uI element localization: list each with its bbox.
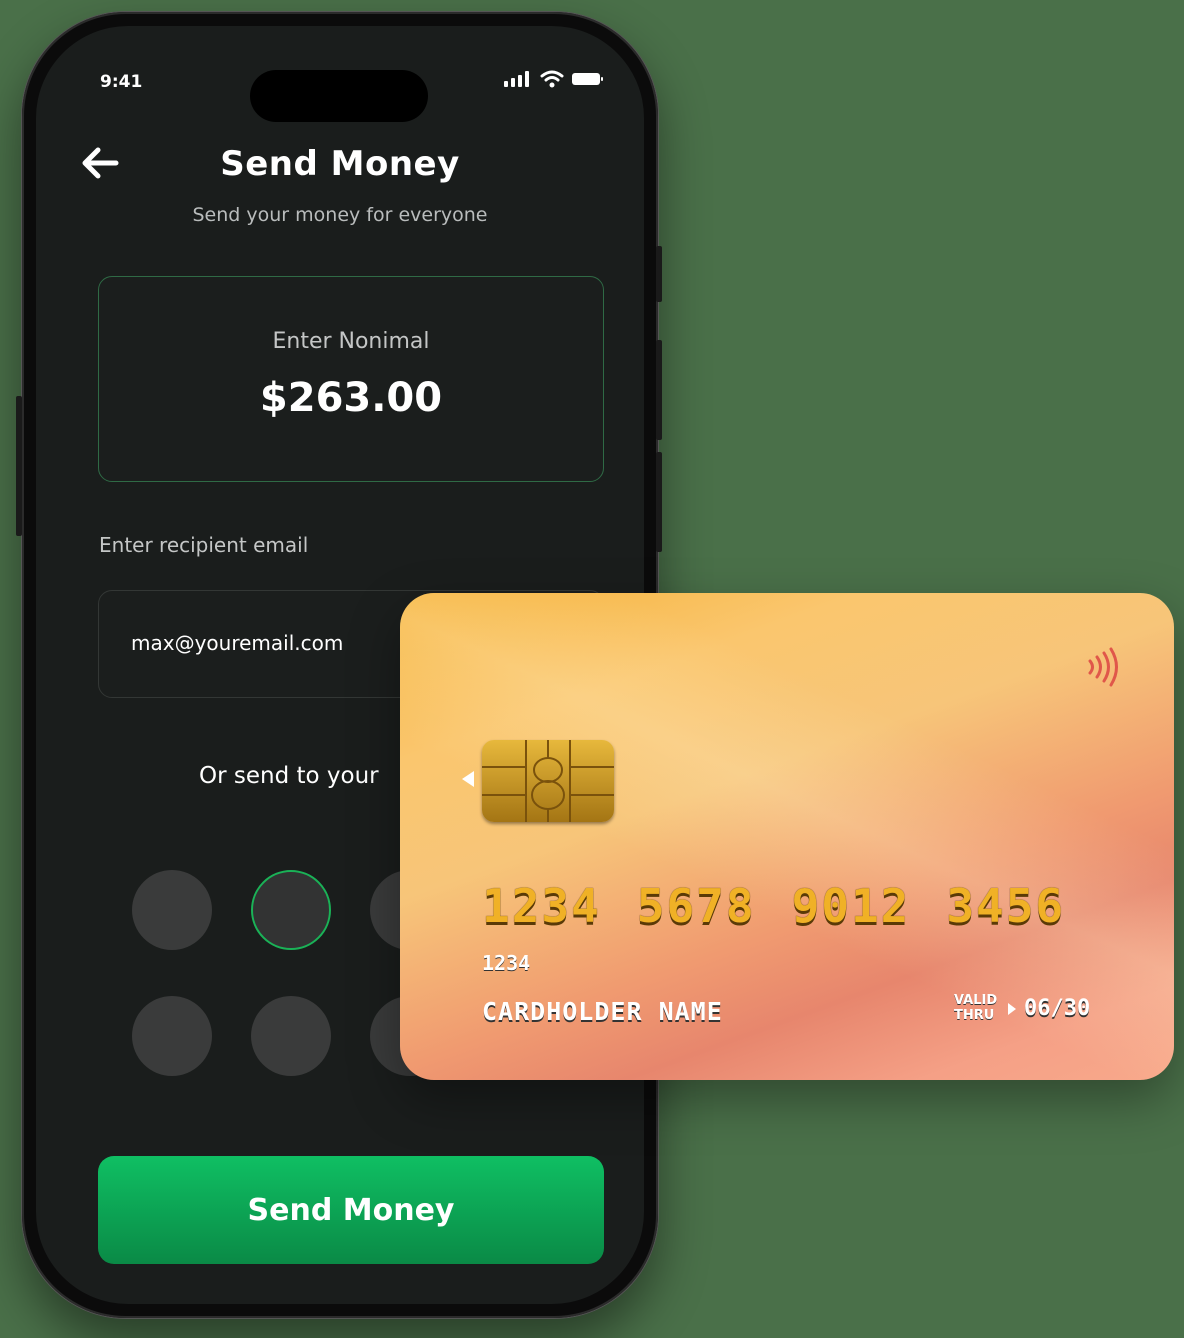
- phone-side-button: [16, 396, 22, 536]
- credit-card: 1234 5678 9012 3456 1234 CARDHOLDER NAME…: [400, 593, 1174, 1080]
- phone-volume-button: [656, 340, 662, 440]
- amount-value[interactable]: $263.00: [99, 375, 603, 421]
- chip-contacts-icon: [482, 740, 614, 822]
- phone-volume-button: [656, 246, 662, 302]
- signal-icon: [504, 71, 529, 87]
- contacts-label: Or send to your: [199, 763, 379, 789]
- card-small-number: 1234: [482, 951, 531, 975]
- status-icons: [504, 70, 604, 88]
- card-number-group: 5678: [636, 879, 756, 933]
- chip-pointer-icon: [462, 771, 474, 787]
- cardholder-name: CARDHOLDER NAME: [482, 997, 723, 1026]
- amount-input-box[interactable]: Enter Nonimal $263.00: [98, 276, 604, 482]
- status-time: 9:41: [100, 72, 143, 92]
- page-subtitle: Send your money for everyone: [192, 204, 488, 226]
- card-number-group: 1234: [482, 879, 601, 933]
- thru-label-line: THRU: [954, 1008, 995, 1023]
- amount-label: Enter Nonimal: [272, 329, 430, 354]
- contact-avatar[interactable]: [132, 870, 212, 950]
- valid-label-line: VALID: [954, 993, 998, 1008]
- contact-avatar[interactable]: [251, 996, 331, 1076]
- battery-icon: [572, 73, 603, 85]
- card-number: 1234 5678 9012 3456: [482, 879, 1065, 933]
- valid-arrow-icon: [1008, 1003, 1016, 1015]
- wifi-icon: [540, 70, 564, 88]
- card-number-group: 3456: [946, 879, 1066, 933]
- valid-thru-label: VALID THRU: [954, 993, 997, 1023]
- email-field[interactable]: [131, 631, 431, 655]
- email-label: Enter recipient email: [99, 533, 309, 557]
- contact-avatar[interactable]: [132, 996, 212, 1076]
- page-title: Send Money: [220, 144, 460, 184]
- valid-date: 06/30: [1024, 996, 1091, 1021]
- card-chip: [482, 740, 614, 822]
- contactless-icon: [1088, 647, 1118, 687]
- contact-avatar-selected[interactable]: [251, 870, 331, 950]
- dynamic-island: [250, 70, 428, 122]
- card-number-group: 9012: [791, 879, 911, 933]
- send-money-button[interactable]: Send Money: [98, 1156, 604, 1264]
- phone-volume-button: [656, 452, 662, 552]
